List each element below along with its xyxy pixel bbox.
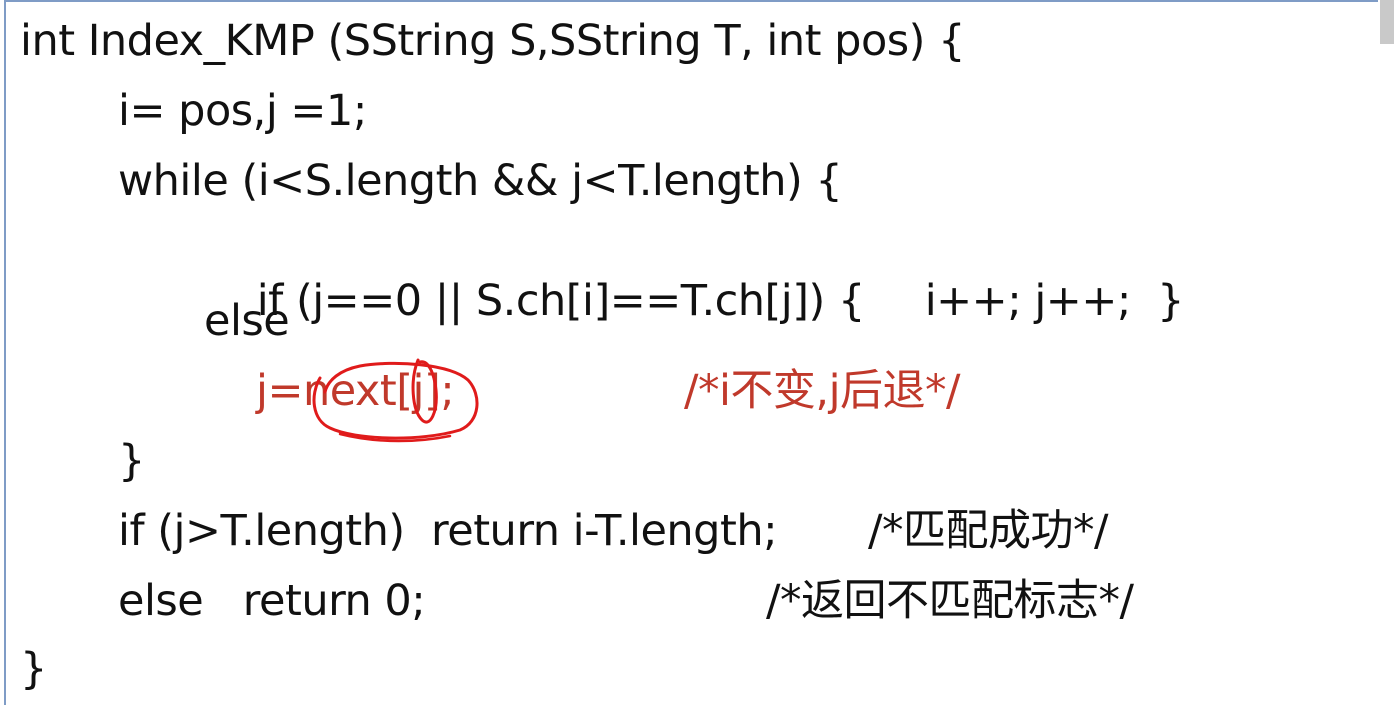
code-line-next-assignment: j=next[j]; xyxy=(256,366,455,416)
comment-match-success: /*匹配成功*/ xyxy=(868,506,1108,556)
comment-i-unchanged-j-backtrack: /*i不变,j后退*/ xyxy=(684,366,961,416)
frame-top-border xyxy=(4,0,1378,2)
code-line-function-signature: int Index_KMP (SString S,SString T, int … xyxy=(20,16,965,66)
frame-left-border xyxy=(4,0,6,705)
code-line-else-return: else return 0; xyxy=(118,576,426,626)
code-line-if-success: if (j>T.length) return i-T.length; xyxy=(118,506,778,556)
scrollbar-fragment xyxy=(1380,0,1394,44)
code-line-else: else xyxy=(204,296,290,346)
code-line-init: i= pos,j =1; xyxy=(118,86,367,136)
code-line-while: while (i<S.length && j<T.length) { xyxy=(118,156,843,206)
code-line-if-match: if (j==0 || S.ch[i]==T.ch[j]) { xyxy=(204,226,866,376)
code-line-if-body: i++; j++; } xyxy=(872,226,1185,376)
if-condition: if (j==0 || S.ch[i]==T.ch[j]) { xyxy=(256,276,866,326)
if-body: i++; j++; } xyxy=(924,276,1185,326)
code-line-close-function: } xyxy=(20,644,47,694)
comment-return-no-match: /*返回不匹配标志*/ xyxy=(766,576,1134,626)
code-line-close-while: } xyxy=(118,436,145,486)
slide: int Index_KMP (SString S,SString T, int … xyxy=(0,0,1394,705)
